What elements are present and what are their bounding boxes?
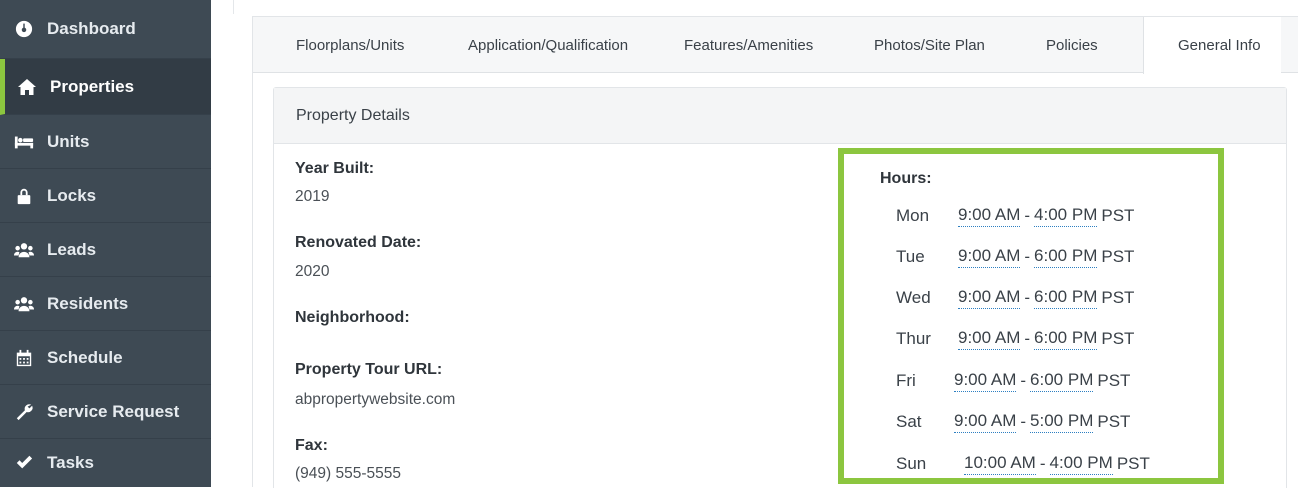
timezone: PST xyxy=(1101,288,1135,307)
renovated-date-value: 2020 xyxy=(295,263,330,280)
timezone: PST xyxy=(1116,454,1150,473)
day-label: Fri xyxy=(896,371,916,390)
day-label: Mon xyxy=(896,206,930,225)
close-time[interactable]: 6:00 PM xyxy=(1034,246,1098,268)
hours-row-thur: Thur 9:00 AM -6:00 PM PST xyxy=(896,326,1134,352)
renovated-date-label: Renovated Date: xyxy=(295,234,422,251)
open-time[interactable]: 9:00 AM xyxy=(958,328,1021,350)
sidebar-item-label: Schedule xyxy=(47,347,123,367)
dash: - xyxy=(1039,454,1046,473)
sidebar-item-label: Dashboard xyxy=(47,19,136,38)
sidebar-item-label: Residents xyxy=(47,293,129,313)
wrench-icon xyxy=(13,402,35,422)
sidebar-item-label: Units xyxy=(47,131,90,151)
tab-bar: Floorplans/Units Application/Qualificati… xyxy=(253,17,1298,74)
open-time[interactable]: 9:00 AM xyxy=(958,287,1021,309)
sidebar-item-schedule[interactable]: Schedule xyxy=(0,331,211,385)
sidebar-item-label: Leads xyxy=(47,239,97,259)
dash: - xyxy=(1020,371,1027,390)
tab-floorplans-units[interactable]: Floorplans/Units xyxy=(296,17,404,73)
close-time[interactable]: 4:00 PM xyxy=(1049,453,1113,475)
property-tour-url-label: Property Tour URL: xyxy=(295,361,443,378)
open-time[interactable]: 9:00 AM xyxy=(954,411,1017,433)
day-label: Tue xyxy=(896,247,925,266)
timezone: PST xyxy=(1101,206,1135,225)
tab-policies[interactable]: Policies xyxy=(1046,17,1098,73)
timezone: PST xyxy=(1101,247,1135,266)
hours-row-sat: Sat 9:00 AM -5:00 PM PST xyxy=(896,409,1130,435)
fax-value: (949) 555-5555 xyxy=(295,465,401,482)
dashboard-icon xyxy=(13,19,35,39)
hours-highlight-box: Hours: Mon 9:00 AM -4:00 PM PST Tue 9:00 A… xyxy=(838,148,1224,484)
calendar-icon xyxy=(13,348,35,368)
sidebar-item-label: Service Request xyxy=(47,401,180,421)
tab-application-qualification[interactable]: Application/Qualification xyxy=(468,17,628,73)
tab-photos-site-plan[interactable]: Photos/Site Plan xyxy=(874,17,985,73)
bed-icon xyxy=(13,132,35,152)
check-icon xyxy=(13,453,35,473)
hours-row-mon: Mon 9:00 AM -4:00 PM PST xyxy=(896,203,1134,229)
sidebar-item-label: Tasks xyxy=(47,453,94,472)
dash: - xyxy=(1024,329,1031,348)
sidebar-item-tasks[interactable]: Tasks xyxy=(0,439,211,487)
users-icon xyxy=(13,240,35,260)
sidebar-item-units[interactable]: Units xyxy=(0,115,211,169)
sidebar-item-dashboard[interactable]: Dashboard xyxy=(0,0,211,59)
timezone: PST xyxy=(1097,412,1131,431)
dash: - xyxy=(1024,288,1031,307)
sidebar-item-properties[interactable]: Properties xyxy=(0,59,211,115)
sidebar-item-service-request[interactable]: Service Request xyxy=(0,385,211,439)
dash: - xyxy=(1020,412,1027,431)
fax-label: Fax: xyxy=(295,437,328,454)
hours-row-fri: Fri 9:00 AM -6:00 PM PST xyxy=(896,368,1130,394)
users-icon xyxy=(13,294,35,314)
open-time[interactable]: 9:00 AM xyxy=(954,370,1017,392)
sidebar-item-residents[interactable]: Residents xyxy=(0,277,211,331)
sidebar-item-label: Locks xyxy=(47,185,97,205)
timezone: PST xyxy=(1097,371,1131,390)
close-time[interactable]: 5:00 PM xyxy=(1030,411,1094,433)
year-built-label: Year Built: xyxy=(295,160,375,177)
open-time[interactable]: 10:00 AM xyxy=(964,453,1036,475)
close-time[interactable]: 6:00 PM xyxy=(1030,370,1094,392)
tab-general-info[interactable]: General Info xyxy=(1143,17,1281,74)
card-header: Property Details xyxy=(274,88,1286,144)
sidebar-item-locks[interactable]: Locks xyxy=(0,169,211,223)
sidebar: Dashboard Properties Units Locks Leads R… xyxy=(0,0,211,487)
open-time[interactable]: 9:00 AM xyxy=(958,246,1021,268)
day-label: Sun xyxy=(896,454,927,473)
timezone: PST xyxy=(1101,329,1135,348)
close-time[interactable]: 4:00 PM xyxy=(1034,205,1098,227)
lock-icon xyxy=(13,186,35,206)
open-time[interactable]: 9:00 AM xyxy=(958,205,1021,227)
hours-row-tue: Tue 9:00 AM -6:00 PM PST xyxy=(896,244,1134,270)
day-label: Sat xyxy=(896,412,922,431)
neighborhood-label: Neighborhood: xyxy=(295,309,410,326)
sidebar-item-label: Properties xyxy=(50,76,135,96)
property-tour-url-value: abpropertywebsite.com xyxy=(295,391,456,408)
hours-row-wed: Wed 9:00 AM -6:00 PM PST xyxy=(896,285,1134,311)
sidebar-item-leads[interactable]: Leads xyxy=(0,223,211,277)
tab-features-amenities[interactable]: Features/Amenities xyxy=(684,17,813,73)
close-time[interactable]: 6:00 PM xyxy=(1034,287,1098,309)
dash: - xyxy=(1024,206,1031,225)
hours-row-sun: Sun 10:00 AM -4:00 PM PST xyxy=(896,451,1150,477)
home-icon xyxy=(16,77,38,97)
day-label: Wed xyxy=(896,288,931,307)
close-time[interactable]: 6:00 PM xyxy=(1034,328,1098,350)
hours-label: Hours: xyxy=(880,170,932,187)
gutter-divider xyxy=(233,0,234,14)
day-label: Thur xyxy=(896,329,931,348)
year-built-value: 2019 xyxy=(295,188,330,205)
dash: - xyxy=(1024,247,1031,266)
